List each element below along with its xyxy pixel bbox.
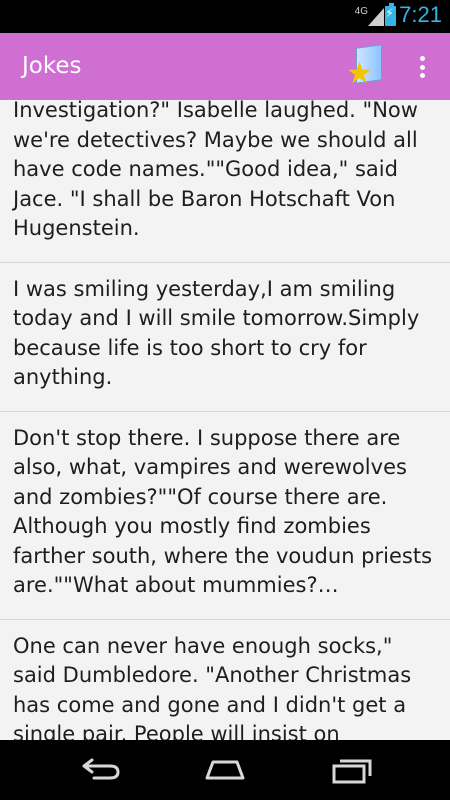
app-title: Jokes (22, 53, 82, 79)
overflow-menu-icon[interactable] (410, 51, 434, 83)
favorites-star-icon: ★ (346, 56, 373, 91)
favorites-button[interactable]: ★ (344, 43, 386, 91)
back-icon[interactable] (70, 750, 130, 790)
network-type: 4G (354, 6, 368, 17)
status-bar: 4G ⚡ 7:21 (0, 0, 450, 33)
navigation-bar (0, 740, 450, 800)
list-item[interactable]: I was smiling yesterday,I am smiling tod… (0, 263, 450, 412)
home-icon[interactable] (195, 750, 255, 790)
charging-icon: ⚡ (385, 6, 394, 20)
list-item[interactable]: Don't stop there. I suppose there are al… (0, 412, 450, 620)
list-item[interactable]: Investigation?" Isabelle laughed. "Now w… (0, 100, 450, 263)
action-bar: Jokes ★ (0, 33, 450, 100)
list-item[interactable]: One can never have enough socks," said D… (0, 620, 450, 741)
signal-icon (368, 8, 384, 26)
joke-list[interactable]: Investigation?" Isabelle laughed. "Now w… (0, 100, 450, 740)
clock: 7:21 (399, 2, 442, 27)
recent-apps-icon[interactable] (322, 750, 382, 790)
